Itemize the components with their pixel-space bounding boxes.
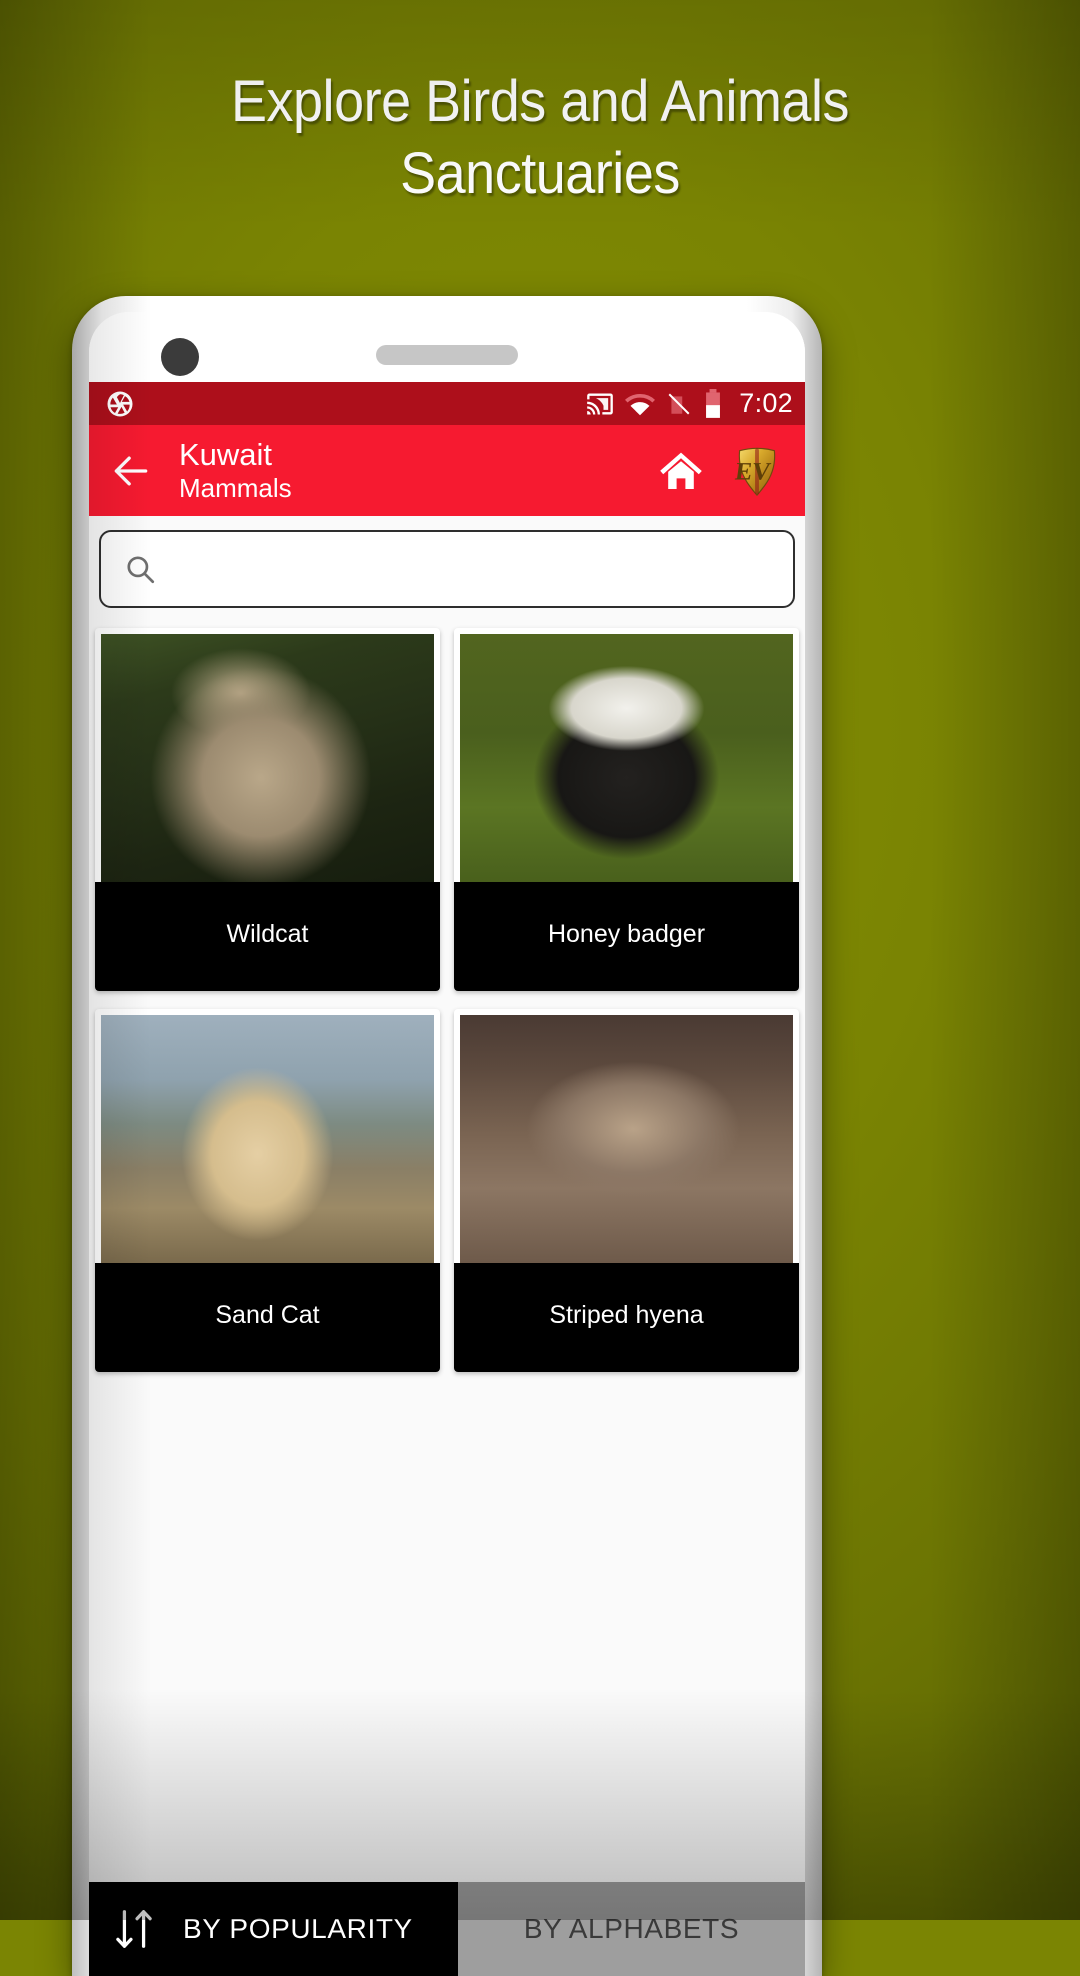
ev-shield-logo[interactable]: EV — [731, 443, 783, 499]
sort-by-alphabets-tab[interactable]: BY ALPHABETS — [458, 1882, 805, 1976]
phone-notch-area — [89, 312, 805, 382]
animal-name: Honey badger — [454, 882, 799, 991]
app-bar-titles: Kuwait Mammals — [179, 436, 292, 504]
sort-bar: BY POPULARITY BY ALPHABETS — [89, 1882, 805, 1976]
animal-name: Sand Cat — [95, 1263, 440, 1372]
sort-arrows-icon — [116, 1910, 152, 1948]
sort-alphabets-label: BY ALPHABETS — [523, 1913, 740, 1944]
status-bar-left — [105, 389, 135, 419]
status-bar-right: 7:02 — [586, 388, 793, 419]
animal-grid: Wildcat Honey badger Sand Cat Striped hy… — [89, 618, 805, 1882]
search-bar[interactable] — [99, 530, 795, 608]
phone-mockup: 7:02 Kuwait Mammals EV Wildcat Honey bad… — [72, 296, 822, 1976]
cast-icon — [587, 393, 614, 414]
camera-dot-icon — [161, 338, 199, 376]
back-arrow-icon[interactable] — [109, 449, 153, 493]
signal-off-icon — [668, 393, 690, 414]
aperture-icon — [107, 391, 133, 416]
animal-photo — [460, 634, 793, 882]
app-bar-actions: EV — [657, 443, 787, 499]
app-bar: Kuwait Mammals EV — [89, 425, 805, 516]
home-icon[interactable] — [657, 447, 705, 495]
wifi-icon — [625, 393, 656, 415]
search-input[interactable] — [171, 553, 771, 585]
search-icon — [127, 556, 155, 584]
animal-card[interactable]: Striped hyena — [454, 1009, 799, 1372]
svg-text:EV: EV — [734, 458, 773, 485]
sort-by-popularity-tab[interactable]: BY POPULARITY — [89, 1882, 458, 1976]
page-title: Explore Birds and Animals Sanctuaries — [231, 69, 849, 206]
animal-card[interactable]: Sand Cat — [95, 1009, 440, 1372]
battery-icon — [706, 388, 721, 418]
animal-photo — [101, 634, 434, 882]
app-bar-subtitle: Mammals — [179, 473, 292, 504]
phone-screen: 7:02 Kuwait Mammals EV Wildcat Honey bad… — [89, 312, 805, 1976]
speaker-grill-icon — [376, 345, 518, 365]
status-bar-clock: 7:02 — [739, 388, 793, 418]
animal-photo — [101, 1015, 434, 1263]
sort-popularity-label: BY POPULARITY — [183, 1913, 413, 1944]
animal-photo — [460, 1015, 793, 1263]
animal-name: Wildcat — [95, 882, 440, 991]
app-content: Wildcat Honey badger Sand Cat Striped hy… — [89, 516, 805, 1976]
animal-name: Striped hyena — [454, 1263, 799, 1372]
animal-card[interactable]: Wildcat — [95, 628, 440, 991]
search-area — [89, 516, 805, 618]
animal-card[interactable]: Honey badger — [454, 628, 799, 991]
status-bar: 7:02 — [89, 382, 805, 425]
app-bar-title: Kuwait — [179, 436, 273, 472]
